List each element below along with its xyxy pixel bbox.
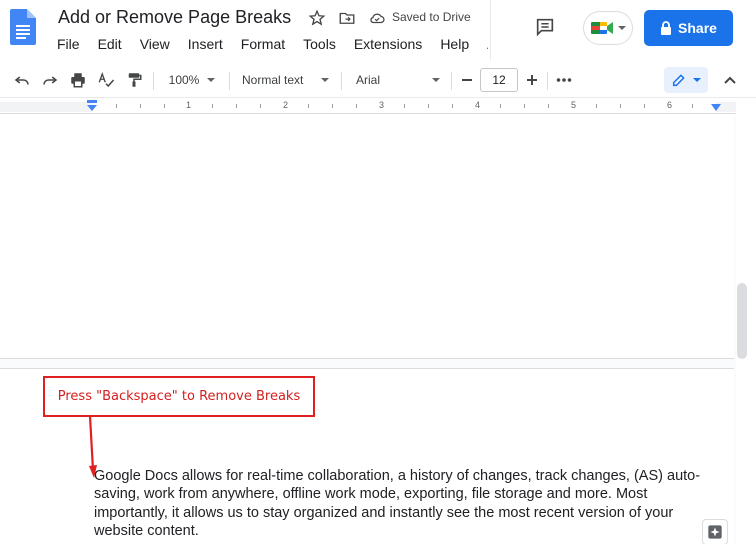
star-icon[interactable] [307, 8, 327, 28]
menu-extensions[interactable]: Extensions [345, 36, 431, 52]
redo-icon[interactable] [38, 68, 62, 92]
ruler-tick [428, 104, 429, 108]
toolbar-divider [547, 72, 548, 90]
ruler-tick [524, 104, 525, 108]
ruler-number: 4 [475, 100, 481, 110]
share-button[interactable]: Share [644, 10, 733, 46]
horizontal-ruler[interactable]: 1 2 3 4 5 6 [0, 99, 736, 114]
font-size-input[interactable]: 12 [480, 68, 518, 92]
menu-format[interactable]: Format [232, 36, 294, 52]
annotation-text: Press "Backspace" to Remove Breaks [57, 389, 301, 404]
ruler-tick [308, 104, 309, 108]
page-1[interactable] [0, 115, 734, 359]
zoom-value: 100% [168, 73, 200, 87]
meet-chevron-down-icon [618, 26, 626, 30]
decrease-font-size-button[interactable] [456, 68, 478, 92]
ruler-tick [500, 104, 501, 108]
ruler-tick [332, 104, 333, 108]
ruler-number: 5 [571, 100, 577, 110]
menu-file[interactable]: File [48, 36, 89, 52]
comment-history-icon[interactable] [534, 16, 556, 38]
ruler-tick [212, 104, 213, 108]
cloud-saved-icon[interactable] [367, 8, 387, 28]
move-to-folder-icon[interactable] [337, 8, 357, 28]
document-paragraph[interactable]: Google Docs allows for real-time collabo… [94, 467, 714, 540]
ruler-tick [116, 104, 117, 108]
formatting-toolbar: 100% Normal text Arial 12 [0, 62, 756, 98]
font-family-select[interactable]: Arial [352, 68, 448, 92]
menu-edit[interactable]: Edit [89, 36, 131, 52]
ruler-tick [692, 104, 693, 108]
style-chevron-down-icon [321, 78, 330, 82]
ruler-tick [404, 104, 405, 108]
ruler-number: 6 [667, 100, 673, 110]
paint-format-icon[interactable] [122, 68, 146, 92]
zoom-select[interactable]: 100% [162, 68, 222, 92]
right-indent-marker-icon[interactable] [710, 103, 722, 113]
explore-button[interactable] [702, 519, 728, 544]
ruler-tick [596, 104, 597, 108]
menu-insert[interactable]: Insert [179, 36, 232, 52]
toolbar-divider [153, 72, 154, 90]
share-label: Share [678, 20, 717, 36]
ruler-number: 3 [379, 100, 385, 110]
app-header: Add or Remove Page Breaks Saved to Drive… [0, 0, 756, 60]
ruler-tick [356, 104, 357, 108]
font-chevron-down-icon [432, 78, 441, 82]
ruler-tick [452, 104, 453, 108]
ruler-tick [620, 104, 621, 108]
ruler-tick [140, 104, 141, 108]
header-divider [490, 0, 491, 60]
ruler-number: 1 [186, 100, 192, 110]
docs-logo-icon[interactable] [10, 9, 36, 45]
toolbar-divider [341, 72, 342, 90]
ruler-left-margin [0, 102, 92, 112]
font-value: Arial [356, 73, 381, 87]
paragraph-style-select[interactable]: Normal text [238, 68, 334, 92]
save-status: Saved to Drive [392, 10, 471, 24]
ruler-tick [548, 104, 549, 108]
ruler-number: 2 [283, 100, 289, 110]
style-value: Normal text [242, 73, 304, 87]
print-icon[interactable] [66, 68, 90, 92]
more-options-icon[interactable] [552, 68, 576, 92]
ruler-tick [260, 104, 261, 108]
left-indent-marker-icon[interactable] [86, 100, 98, 112]
ruler-tick [236, 104, 237, 108]
meet-icon [591, 22, 613, 34]
sparkle-icon [708, 525, 722, 539]
annotation-callout: Press "Backspace" to Remove Breaks [43, 376, 315, 417]
zoom-chevron-down-icon [207, 78, 216, 82]
minus-icon [462, 79, 472, 81]
toolbar-divider [229, 72, 230, 90]
menu-bar: File Edit View Insert Format Tools Exten… [48, 36, 488, 52]
menu-view[interactable]: View [131, 36, 179, 52]
scrollbar-thumb[interactable] [737, 283, 747, 359]
menu-tools[interactable]: Tools [294, 36, 345, 52]
plus-icon [527, 75, 537, 85]
annotation-arrow-icon [88, 416, 97, 478]
undo-icon[interactable] [10, 68, 34, 92]
mode-chevron-down-icon [693, 78, 701, 82]
ruler-tick [644, 104, 645, 108]
increase-font-size-button[interactable] [521, 68, 543, 92]
menu-accessibility[interactable]: Acce [478, 36, 488, 52]
menu-help[interactable]: Help [431, 36, 478, 52]
document-title[interactable]: Add or Remove Page Breaks [58, 7, 291, 28]
lock-icon [661, 21, 672, 35]
meet-button[interactable] [583, 11, 633, 45]
pencil-icon [672, 74, 685, 87]
ruler-tick [164, 104, 165, 108]
editing-mode-button[interactable] [664, 67, 708, 93]
hide-menus-chevron-up-icon[interactable] [720, 68, 740, 92]
spellcheck-icon[interactable] [94, 68, 118, 92]
toolbar-divider [451, 72, 452, 90]
